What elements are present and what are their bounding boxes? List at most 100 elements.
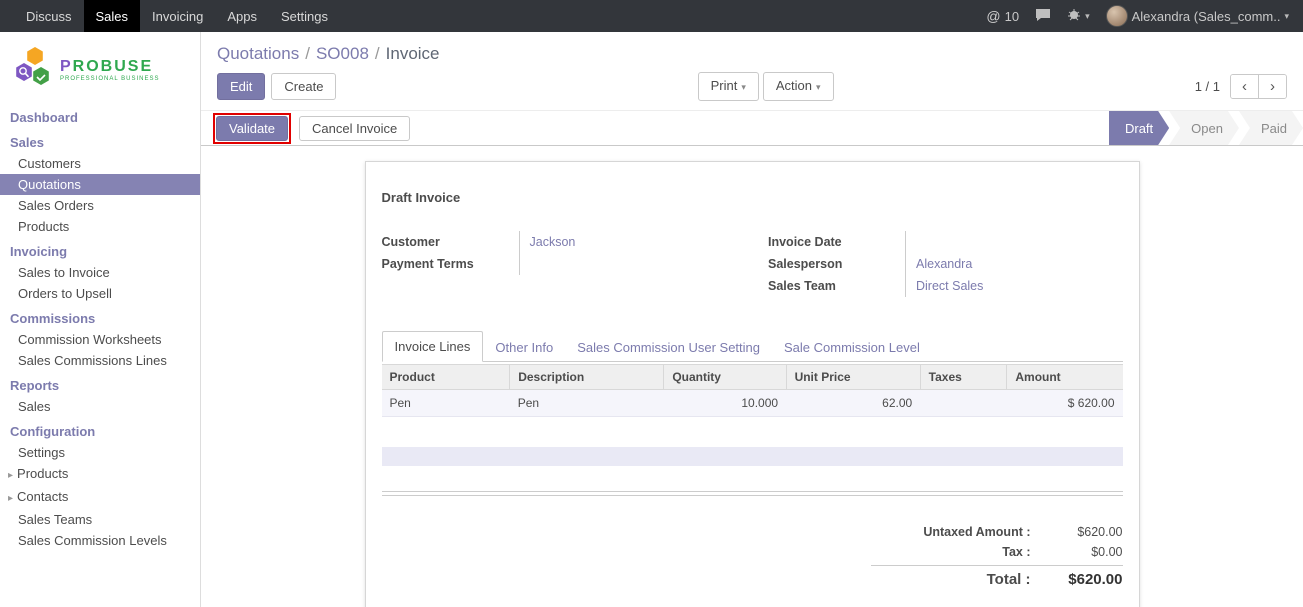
tax-label: Tax : bbox=[871, 542, 1031, 562]
customer-label: Customer bbox=[382, 231, 520, 253]
sidebar-item-commission-worksheets[interactable]: Commission Worksheets bbox=[0, 329, 200, 350]
cancel-invoice-button[interactable]: Cancel Invoice bbox=[299, 116, 410, 141]
messages-button[interactable] bbox=[1035, 8, 1051, 25]
sidebar-item-quotations[interactable]: Quotations bbox=[0, 174, 200, 195]
customer-value[interactable]: Jackson bbox=[520, 231, 753, 253]
sidebar-item-config-products[interactable]: ▸Products bbox=[0, 463, 200, 486]
col-description[interactable]: Description bbox=[510, 365, 664, 390]
edit-button[interactable]: Edit bbox=[217, 73, 265, 100]
payment-terms-value[interactable] bbox=[520, 253, 753, 275]
nav-discuss[interactable]: Discuss bbox=[14, 0, 84, 32]
sidebar-section-commissions[interactable]: Commissions bbox=[0, 304, 200, 329]
sidebar-item-label: Contacts bbox=[17, 489, 68, 504]
sidebar-item-sales-commissions-lines[interactable]: Sales Commissions Lines bbox=[0, 350, 200, 371]
cell-quantity: 10.000 bbox=[664, 390, 786, 417]
col-quantity[interactable]: Quantity bbox=[664, 365, 786, 390]
control-panel: Quotations/SO008/Invoice Edit Create Pri… bbox=[201, 32, 1303, 110]
statusbar: Validate Cancel Invoice Draft Open Paid bbox=[201, 110, 1303, 146]
nav-apps[interactable]: Apps bbox=[215, 0, 269, 32]
probuse-logo[interactable]: PROBUSE PROFESSIONAL BUSINESS bbox=[0, 32, 200, 103]
action-dropdown-button[interactable]: Action ▾ bbox=[763, 72, 834, 101]
sidebar-item-sales-to-invoice[interactable]: Sales to Invoice bbox=[0, 262, 200, 283]
bug-icon bbox=[1067, 8, 1081, 24]
submenu-arrow-icon: ▸ bbox=[8, 493, 13, 504]
field-group-left: Customer Jackson Payment Terms bbox=[382, 231, 753, 297]
notebook-tabs: Invoice Lines Other Info Sales Commissio… bbox=[382, 331, 1123, 362]
cell-amount: $ 620.00 bbox=[1007, 390, 1123, 417]
table-row[interactable]: Pen Pen 10.000 62.00 $ 620.00 bbox=[382, 390, 1123, 417]
state-open[interactable]: Open bbox=[1169, 111, 1239, 145]
section-divider bbox=[382, 491, 1123, 496]
salesperson-value[interactable]: Alexandra bbox=[906, 253, 1123, 275]
salesperson-label: Salesperson bbox=[768, 253, 906, 275]
sidebar-item-config-contacts[interactable]: ▸ Contacts bbox=[0, 486, 200, 509]
state-paid[interactable]: Paid bbox=[1239, 111, 1303, 145]
main-content: Quotations/SO008/Invoice Edit Create Pri… bbox=[201, 32, 1303, 607]
sidebar: PROBUSE PROFESSIONAL BUSINESS Dashboard … bbox=[0, 32, 201, 607]
tax-value: $0.00 bbox=[1031, 542, 1123, 562]
tab-invoice-lines[interactable]: Invoice Lines bbox=[382, 331, 484, 362]
col-product[interactable]: Product bbox=[382, 365, 510, 390]
validate-button[interactable]: Validate bbox=[216, 116, 288, 141]
pager-counter: 1 / 1 bbox=[1195, 79, 1220, 94]
state-draft[interactable]: Draft bbox=[1109, 111, 1169, 145]
action-label: Action bbox=[776, 78, 812, 93]
sidebar-item-products[interactable]: Products bbox=[0, 216, 200, 237]
logo-hexagons-icon bbox=[10, 46, 54, 93]
col-unit-price[interactable]: Unit Price bbox=[786, 365, 920, 390]
caret-down-icon: ▾ bbox=[741, 82, 746, 92]
mention-count: 10 bbox=[1005, 9, 1019, 24]
sidebar-item-settings[interactable]: Settings bbox=[0, 442, 200, 463]
debug-menu-button[interactable]: ▾ bbox=[1067, 8, 1090, 24]
caret-down-icon: ▾ bbox=[1085, 11, 1090, 22]
cell-taxes bbox=[920, 390, 1007, 417]
tab-sale-commission-level[interactable]: Sale Commission Level bbox=[772, 333, 932, 362]
nav-invoicing[interactable]: Invoicing bbox=[140, 0, 215, 32]
invoice-status-title: Draft Invoice bbox=[382, 190, 1123, 205]
sidebar-section-invoicing[interactable]: Invoicing bbox=[0, 237, 200, 262]
sidebar-item-sales-orders[interactable]: Sales Orders bbox=[0, 195, 200, 216]
sidebar-item-customers[interactable]: Customers bbox=[0, 153, 200, 174]
field-group-right: Invoice Date Salesperson Alexandra Sales… bbox=[752, 231, 1123, 297]
sidebar-section-sales[interactable]: Sales bbox=[0, 128, 200, 153]
user-name: Alexandra (Sales_comm.. bbox=[1132, 9, 1281, 24]
cell-unit-price: 62.00 bbox=[786, 390, 920, 417]
nav-settings[interactable]: Settings bbox=[269, 0, 340, 32]
create-button[interactable]: Create bbox=[271, 73, 336, 100]
breadcrumb-separator: / bbox=[305, 44, 310, 63]
caret-down-icon: ▾ bbox=[816, 82, 821, 92]
sidebar-item-sales-teams[interactable]: Sales Teams bbox=[0, 509, 200, 530]
invoice-sheet: Draft Invoice Customer Jackson Payment T… bbox=[365, 161, 1140, 607]
sidebar-section-configuration[interactable]: Configuration bbox=[0, 417, 200, 442]
print-dropdown-button[interactable]: Print▾ bbox=[698, 72, 759, 101]
pager-previous-button[interactable]: ‹ bbox=[1231, 75, 1258, 98]
payment-terms-label: Payment Terms bbox=[382, 253, 520, 275]
sidebar-item-dashboard[interactable]: Dashboard bbox=[0, 103, 200, 128]
print-label: Print bbox=[711, 78, 738, 93]
top-navbar: Discuss Sales Invoicing Apps Settings @ … bbox=[0, 0, 1303, 32]
sidebar-item-reports-sales[interactable]: Sales bbox=[0, 396, 200, 417]
user-menu[interactable]: Alexandra (Sales_comm.. ▾ bbox=[1106, 5, 1289, 27]
avatar bbox=[1106, 5, 1128, 27]
totals-block: Untaxed Amount : $620.00 Tax : $0.00 Tot… bbox=[382, 522, 1123, 590]
sales-team-value[interactable]: Direct Sales bbox=[906, 275, 1123, 297]
sidebar-item-orders-to-upsell[interactable]: Orders to Upsell bbox=[0, 283, 200, 304]
breadcrumb-so008[interactable]: SO008 bbox=[316, 44, 369, 63]
sidebar-item-sales-commission-levels[interactable]: Sales Commission Levels bbox=[0, 530, 200, 551]
sidebar-section-reports[interactable]: Reports bbox=[0, 371, 200, 396]
total-value: $620.00 bbox=[1031, 570, 1123, 590]
mention-icon: @ bbox=[986, 8, 1000, 24]
logo-title: PROBUSE bbox=[60, 58, 159, 76]
field-groups: Customer Jackson Payment Terms Invoice D… bbox=[382, 231, 1123, 297]
pager-next-button[interactable]: › bbox=[1258, 75, 1286, 98]
nav-sales[interactable]: Sales bbox=[84, 0, 141, 32]
tab-sales-commission-user-setting[interactable]: Sales Commission User Setting bbox=[565, 333, 772, 362]
total-label: Total : bbox=[871, 570, 1031, 590]
mentions-button[interactable]: @ 10 bbox=[986, 8, 1019, 24]
invoice-lines-table: Product Description Quantity Unit Price … bbox=[382, 364, 1123, 417]
tab-other-info[interactable]: Other Info bbox=[483, 333, 565, 362]
breadcrumb-quotations[interactable]: Quotations bbox=[217, 44, 299, 63]
col-amount[interactable]: Amount bbox=[1007, 365, 1123, 390]
col-taxes[interactable]: Taxes bbox=[920, 365, 1007, 390]
invoice-date-value[interactable] bbox=[906, 231, 1123, 253]
